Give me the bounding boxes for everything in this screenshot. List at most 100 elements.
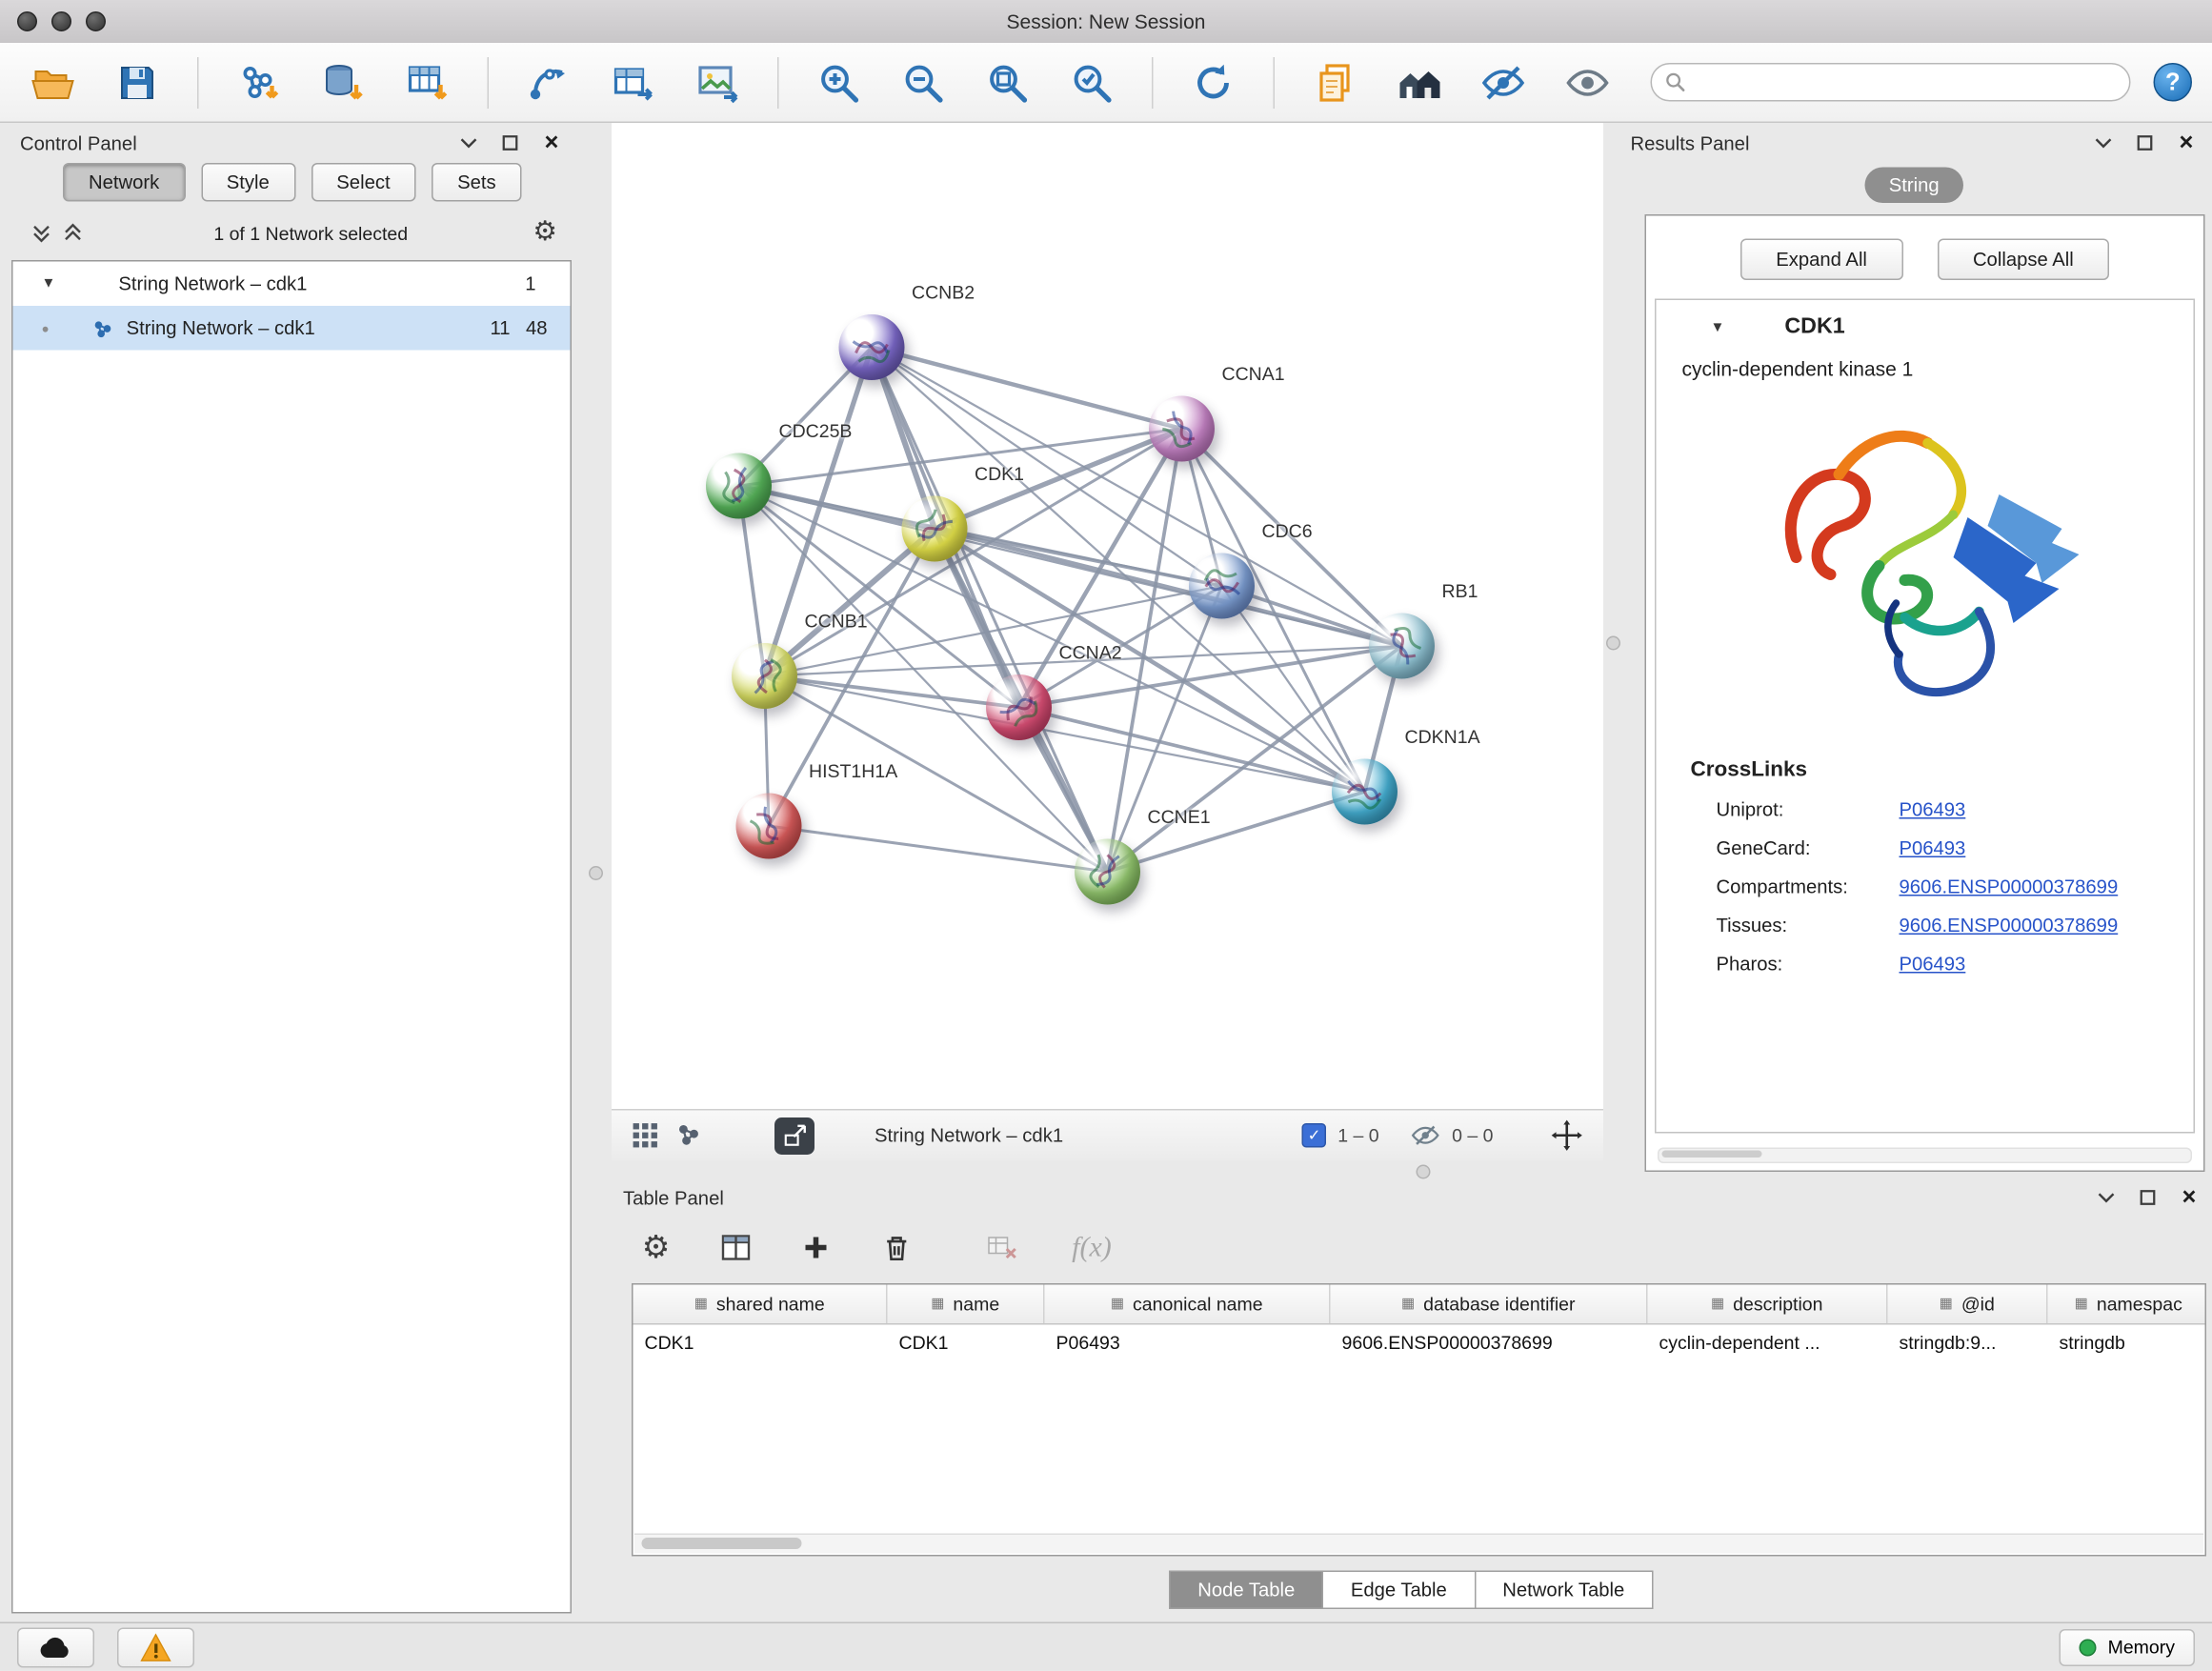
- tab-sets[interactable]: Sets: [432, 163, 522, 202]
- zoom-selected-button[interactable]: [1059, 50, 1125, 113]
- crosslink-link[interactable]: P06493: [1900, 837, 1966, 859]
- node-label-cdkn1a: CDKN1A: [1405, 726, 1480, 748]
- network-tree-child-row[interactable]: ● String Network – cdk1 11 48: [13, 306, 571, 351]
- expand-all-button[interactable]: Expand All: [1740, 239, 1903, 281]
- column-header-database-identifier[interactable]: ▦database identifier: [1331, 1285, 1648, 1324]
- panel-menu-chevron-icon[interactable]: [2095, 1186, 2118, 1209]
- import-network-file-button[interactable]: [226, 50, 292, 113]
- network-node-rb1[interactable]: [1369, 614, 1435, 679]
- column-header-namespac[interactable]: ▦namespac: [2048, 1285, 2205, 1324]
- splitter-handle[interactable]: [589, 866, 603, 880]
- zoom-out-button[interactable]: [891, 50, 956, 113]
- delete-column-trash-icon[interactable]: [872, 1223, 920, 1272]
- string-style-icon[interactable]: [676, 1122, 704, 1150]
- import-network-file-icon: [236, 59, 282, 105]
- crosslinks-heading: CrossLinks: [1657, 746, 2194, 791]
- column-header-description[interactable]: ▦description: [1648, 1285, 1888, 1324]
- hide-selected-button[interactable]: [1471, 50, 1537, 113]
- table-settings-gear-icon[interactable]: ⚙: [632, 1223, 680, 1272]
- column-header-shared-name[interactable]: ▦shared name: [633, 1285, 888, 1324]
- collapse-all-tree-icon[interactable]: [26, 220, 57, 246]
- save-session-button[interactable]: [105, 50, 171, 113]
- crosslink-link[interactable]: 9606.ENSP00000378699: [1900, 915, 2119, 936]
- network-canvas[interactable]: CCNB2 CCNA1 CDC25B CDK1 CDC6 RB1 CCNB1 C…: [612, 123, 1603, 1109]
- attribute-table[interactable]: ▦shared name▦name▦canonical name▦databas…: [632, 1283, 2206, 1557]
- maximize-window-icon[interactable]: [86, 11, 106, 31]
- panel-float-icon[interactable]: [2137, 1186, 2160, 1209]
- network-node-cdk1[interactable]: [902, 496, 968, 562]
- results-horizontal-scrollbar[interactable]: [1658, 1148, 2192, 1164]
- refresh-layout-button[interactable]: [1180, 50, 1246, 113]
- show-all-button[interactable]: [1555, 50, 1620, 113]
- memory-button[interactable]: Memory: [2060, 1629, 2195, 1666]
- network-node-hist1h1a[interactable]: [736, 794, 802, 859]
- table-cell: CDK1: [633, 1325, 888, 1364]
- network-options-gear-icon[interactable]: ⚙: [533, 220, 557, 246]
- open-session-button[interactable]: [20, 50, 86, 113]
- tab-string[interactable]: String: [1864, 168, 1963, 204]
- first-neighbors-button[interactable]: [1386, 50, 1452, 113]
- minimize-window-icon[interactable]: [51, 11, 71, 31]
- panel-close-icon[interactable]: ×: [2175, 131, 2198, 154]
- import-network-database-button[interactable]: [311, 50, 376, 113]
- splitter-handle[interactable]: [1417, 1165, 1431, 1179]
- network-tree: ▼ String Network – cdk1 1 ● String Netwo…: [11, 260, 572, 1614]
- tab-edge-table[interactable]: Edge Table: [1322, 1571, 1476, 1610]
- table-row[interactable]: CDK1CDK1P064939606.ENSP00000378699cyclin…: [633, 1325, 2205, 1364]
- zoom-in-button[interactable]: [806, 50, 872, 113]
- tab-network[interactable]: Network: [63, 163, 185, 202]
- panel-close-icon[interactable]: ×: [540, 131, 563, 154]
- import-table-file-button[interactable]: [394, 50, 460, 113]
- panel-menu-chevron-icon[interactable]: [2092, 131, 2115, 154]
- column-header-canonical-name[interactable]: ▦canonical name: [1045, 1285, 1331, 1324]
- column-header-name[interactable]: ▦name: [888, 1285, 1045, 1324]
- selected-count-checkbox-icon[interactable]: ✓: [1302, 1123, 1327, 1148]
- network-node-ccna2[interactable]: [986, 674, 1052, 740]
- tab-node-table[interactable]: Node Table: [1169, 1571, 1323, 1610]
- crosslink-row: GeneCard:P06493: [1657, 829, 2194, 868]
- new-network-button[interactable]: [516, 50, 582, 113]
- crosslink-label: Tissues:: [1717, 915, 1900, 936]
- cloud-status-button[interactable]: [17, 1627, 94, 1667]
- panel-close-icon[interactable]: ×: [2178, 1186, 2201, 1209]
- crosslink-label: Uniprot:: [1717, 799, 1900, 821]
- gene-disclosure-triangle-icon[interactable]: ▼: [1711, 319, 1725, 335]
- expand-all-tree-icon[interactable]: [57, 220, 89, 246]
- search-input[interactable]: [1651, 63, 2131, 102]
- help-button[interactable]: ?: [2154, 63, 2193, 102]
- table-horizontal-scrollbar[interactable]: [634, 1534, 2203, 1554]
- panel-float-icon[interactable]: [499, 131, 522, 154]
- disclosure-triangle-icon[interactable]: ▼: [42, 276, 56, 292]
- panel-menu-chevron-icon[interactable]: [457, 131, 480, 154]
- add-column-icon[interactable]: [792, 1223, 840, 1272]
- new-table-button[interactable]: [600, 50, 666, 113]
- zoom-fit-button[interactable]: [975, 50, 1040, 113]
- network-node-cdc25b[interactable]: [706, 453, 772, 519]
- pan-crosshair-icon[interactable]: [1551, 1119, 1584, 1153]
- network-node-ccnb1[interactable]: [732, 643, 797, 709]
- splitter-handle[interactable]: [1606, 636, 1620, 651]
- network-node-cdc6[interactable]: [1189, 554, 1255, 619]
- tab-network-table[interactable]: Network Table: [1474, 1571, 1653, 1610]
- collapse-all-button[interactable]: Collapse All: [1937, 239, 2109, 281]
- close-window-icon[interactable]: [17, 11, 37, 31]
- show-columns-icon[interactable]: [712, 1223, 760, 1272]
- network-node-cdkn1a[interactable]: [1332, 759, 1398, 825]
- network-node-ccna1[interactable]: [1149, 396, 1215, 462]
- export-image-button[interactable]: [685, 50, 751, 113]
- crosslink-link[interactable]: P06493: [1900, 799, 1966, 821]
- crosslink-link[interactable]: 9606.ENSP00000378699: [1900, 876, 2119, 898]
- network-tree-root-row[interactable]: ▼ String Network – cdk1 1: [13, 262, 571, 307]
- panel-float-icon[interactable]: [2134, 131, 2157, 154]
- tab-select[interactable]: Select: [311, 163, 415, 202]
- crosslink-link[interactable]: P06493: [1900, 954, 1966, 976]
- tab-style[interactable]: Style: [201, 163, 295, 202]
- copy-document-button[interactable]: [1302, 50, 1368, 113]
- network-node-ccne1[interactable]: [1075, 839, 1140, 905]
- column-type-icon: ▦: [931, 1297, 944, 1313]
- grid-view-icon[interactable]: [632, 1122, 659, 1150]
- birdseye-view-button[interactable]: [774, 1117, 814, 1154]
- network-node-ccnb2[interactable]: [839, 314, 905, 380]
- warnings-button[interactable]: [117, 1627, 194, 1667]
- column-header--id[interactable]: ▦@id: [1888, 1285, 2048, 1324]
